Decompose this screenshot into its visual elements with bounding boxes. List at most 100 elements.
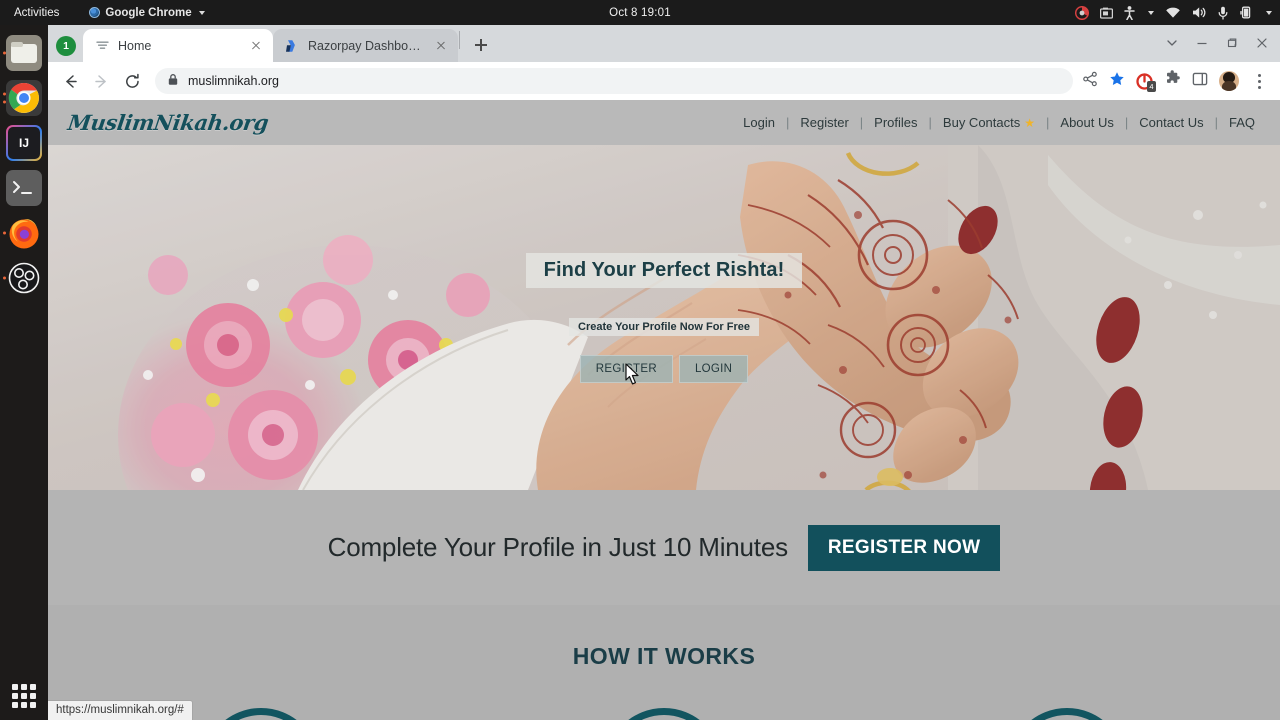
app-dot — [12, 702, 18, 708]
hero-login-button[interactable]: LOGIN — [678, 354, 749, 383]
files-icon — [6, 34, 42, 71]
tab-close-icon[interactable] — [248, 38, 264, 54]
terminal-icon — [6, 169, 42, 206]
how-it-works-heading: HOW IT WORKS — [572, 643, 756, 669]
nav-register[interactable]: Register — [800, 115, 848, 130]
hero-buttons: REGISTER LOGIN — [579, 354, 749, 383]
dock-item-firefox[interactable] — [2, 210, 46, 255]
profile-avatar[interactable] — [1219, 71, 1239, 91]
tab-close-icon[interactable] — [433, 38, 449, 54]
dock-item-terminal[interactable] — [2, 165, 46, 210]
app-dot — [12, 693, 18, 699]
nav-contact-us[interactable]: Contact Us — [1139, 115, 1203, 130]
share-icon[interactable] — [1082, 71, 1098, 92]
how-it-works-step-1-icon — [202, 708, 320, 720]
nav-separator: | — [785, 115, 790, 130]
site-logo[interactable]: MuslimNikah.org — [66, 110, 270, 135]
dock-item-obs-studio[interactable] — [2, 255, 46, 300]
firefox-icon — [6, 215, 42, 251]
site-header: MuslimNikah.org Login | Register | Profi… — [48, 100, 1280, 145]
intellij-idea-icon: IJ — [6, 124, 42, 161]
nav-buy-contacts[interactable]: Buy Contacts ★ — [943, 115, 1035, 130]
app-dot — [30, 684, 36, 690]
show-applications-button[interactable] — [8, 680, 40, 712]
nav-separator: | — [1214, 115, 1218, 130]
address-bar-url: muslimnikah.org — [188, 74, 280, 88]
bookmark-star-icon[interactable] — [1109, 71, 1125, 92]
window-controls — [1158, 29, 1276, 57]
link-status-bubble: https://muslimnikah.org/# — [48, 701, 192, 720]
tray-chevron-down-icon[interactable] — [1148, 10, 1154, 15]
battery-icon[interactable] — [1239, 6, 1253, 19]
page-favicon-icon — [94, 38, 110, 54]
screen-recording-icon[interactable] — [1075, 5, 1089, 20]
nav-profiles[interactable]: Profiles — [874, 115, 917, 130]
activities-button[interactable]: Activities — [9, 5, 64, 21]
nav-buy-contacts-label: Buy Contacts — [942, 115, 1021, 130]
nav-separator: | — [859, 115, 864, 130]
profile-count-badge[interactable]: 1 — [56, 36, 76, 56]
tab-razorpay-dashboard[interactable]: Razorpay Dashboard — [273, 29, 458, 62]
nav-about-us[interactable]: About Us — [1060, 115, 1113, 130]
clock[interactable]: Oct 8 19:01 — [609, 7, 671, 19]
chrome-window: 1 Home Razorpay Dashboard muslimnikah.or… — [48, 25, 1280, 720]
app-dot — [30, 702, 36, 708]
chrome-menu-icon[interactable] — [1250, 71, 1268, 91]
dock-item-intellij-idea[interactable]: IJ — [2, 120, 46, 165]
back-button[interactable] — [56, 67, 84, 95]
address-bar[interactable]: muslimnikah.org — [155, 68, 1073, 94]
maximize-button[interactable] — [1218, 29, 1246, 57]
nav-faq[interactable]: FAQ — [1229, 115, 1255, 130]
minimize-button[interactable] — [1188, 29, 1216, 57]
nav-login[interactable]: Login — [743, 115, 775, 130]
browser-toolbar: muslimnikah.org 4 — [48, 62, 1280, 100]
ubuntu-dock: IJ — [0, 25, 48, 720]
site-navigation: Login | Register | Profiles | Buy Contac… — [743, 115, 1255, 130]
app-dot — [21, 693, 27, 699]
hero-content: Find Your Perfect Rishta! Create Your Pr… — [48, 145, 1280, 490]
extension-badge-icon[interactable]: 4 — [1136, 72, 1156, 92]
wifi-icon[interactable] — [1165, 7, 1181, 19]
volume-icon[interactable] — [1192, 6, 1207, 19]
tab-divider — [459, 30, 460, 49]
star-icon: ★ — [1024, 116, 1036, 130]
tab-home[interactable]: Home — [83, 29, 273, 62]
screen: Activities Google Chrome Oct 8 19:01 IJ … — [0, 0, 1280, 720]
gnome-top-bar: Activities Google Chrome Oct 8 19:01 — [0, 0, 1280, 25]
dock-item-files[interactable] — [2, 30, 46, 75]
accessibility-icon[interactable] — [1124, 5, 1135, 20]
screenshot-icon[interactable] — [1100, 7, 1113, 19]
app-menu-google-chrome[interactable]: Google Chrome — [89, 7, 205, 19]
chrome-app-icon — [89, 7, 101, 18]
system-tray — [1075, 5, 1272, 20]
hero-subtitle: Create Your Profile Now For Free — [569, 317, 759, 336]
tab-search-chevron-icon[interactable] — [1158, 29, 1186, 57]
reload-button[interactable] — [118, 67, 146, 95]
how-it-works-section: HOW IT WORKS — [48, 605, 1280, 720]
extensions-puzzle-icon[interactable] — [1164, 70, 1181, 92]
close-button[interactable] — [1248, 29, 1276, 57]
system-menu-chevron-icon[interactable] — [1266, 10, 1272, 15]
side-panel-icon[interactable] — [1192, 71, 1208, 92]
cta-heading: Complete Your Profile in Just 10 Minutes — [327, 532, 788, 562]
web-page: MuslimNikah.org Login | Register | Profi… — [48, 100, 1280, 720]
razorpay-favicon-icon — [284, 38, 300, 54]
tab-title: Home — [118, 38, 152, 53]
microphone-icon[interactable] — [1218, 6, 1228, 20]
extension-badge-count: 4 — [1146, 80, 1156, 92]
toolbar-actions: 4 — [1082, 70, 1272, 92]
how-it-works-step-2-icon — [605, 708, 723, 720]
lock-icon — [167, 73, 179, 89]
tab-title: Razorpay Dashboard — [308, 38, 425, 53]
cta-section: Complete Your Profile in Just 10 Minutes… — [48, 490, 1280, 605]
nav-separator: | — [928, 115, 932, 130]
app-dot — [21, 702, 27, 708]
hero-title: Find Your Perfect Rishta! — [525, 252, 803, 288]
nav-separator: | — [1046, 115, 1050, 130]
dock-item-google-chrome[interactable] — [2, 75, 46, 120]
app-dot — [30, 693, 36, 699]
hero-register-button[interactable]: REGISTER — [579, 354, 673, 383]
register-now-button[interactable]: REGISTER NOW — [807, 524, 1001, 571]
new-tab-button[interactable] — [467, 31, 495, 59]
app-dot — [21, 684, 27, 690]
